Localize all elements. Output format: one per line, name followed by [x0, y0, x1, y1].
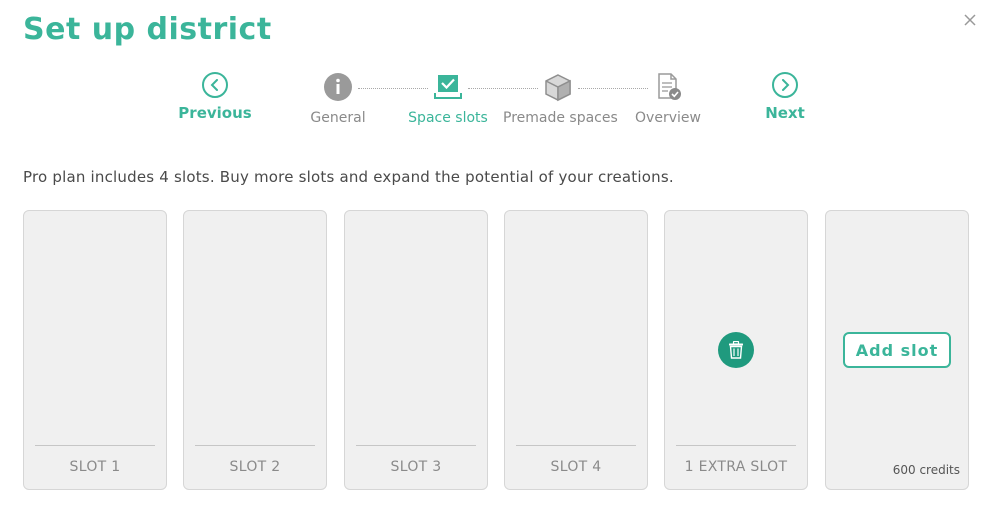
step-premade-spaces-label: Premade spaces	[503, 110, 618, 126]
plan-description: Pro plan includes 4 slots. Buy more slot…	[23, 168, 674, 186]
slot-divider	[516, 445, 636, 446]
step-overview[interactable]: Overview	[630, 72, 706, 126]
chevron-right-icon	[772, 72, 798, 98]
delete-slot-button[interactable]	[718, 332, 754, 368]
slot-divider	[35, 445, 155, 446]
previous-label: Previous	[178, 104, 252, 122]
close-icon	[964, 14, 976, 26]
slot-divider	[356, 445, 476, 446]
slot-label: 1 EXTRA SLOT	[684, 459, 788, 475]
space-slots-icon	[433, 72, 463, 102]
slot-divider	[195, 445, 315, 446]
slot-label: SLOT 1	[69, 459, 121, 475]
document-check-icon	[653, 72, 683, 102]
slot-label: SLOT 2	[229, 459, 281, 475]
step-general-label: General	[310, 110, 366, 126]
chevron-left-icon	[202, 72, 228, 98]
next-label: Next	[765, 104, 805, 122]
extra-slot-card: 1 EXTRA SLOT	[664, 210, 808, 490]
slot-card: SLOT 3	[344, 210, 488, 490]
next-button[interactable]: Next	[740, 72, 830, 122]
close-button[interactable]	[960, 10, 980, 30]
add-slot-card: Add slot 600 credits	[825, 210, 969, 490]
step-space-slots[interactable]: Space slots	[398, 72, 498, 126]
previous-button[interactable]: Previous	[170, 72, 260, 122]
step-overview-label: Overview	[635, 110, 701, 126]
step-space-slots-label: Space slots	[408, 110, 488, 126]
slot-label: SLOT 3	[390, 459, 442, 475]
slot-price: 600 credits	[892, 463, 960, 477]
add-slot-button[interactable]: Add slot	[843, 332, 951, 368]
slot-card: SLOT 2	[183, 210, 327, 490]
info-icon	[323, 72, 353, 102]
step-general[interactable]: General	[303, 72, 373, 126]
slot-divider	[676, 445, 796, 446]
slot-label: SLOT 4	[550, 459, 602, 475]
trash-icon	[729, 341, 743, 359]
page-title: Set up district	[23, 12, 272, 47]
cube-icon	[543, 72, 573, 102]
slot-card: SLOT 4	[504, 210, 648, 490]
step-premade-spaces[interactable]: Premade spaces	[503, 72, 618, 126]
slot-card: SLOT 1	[23, 210, 167, 490]
